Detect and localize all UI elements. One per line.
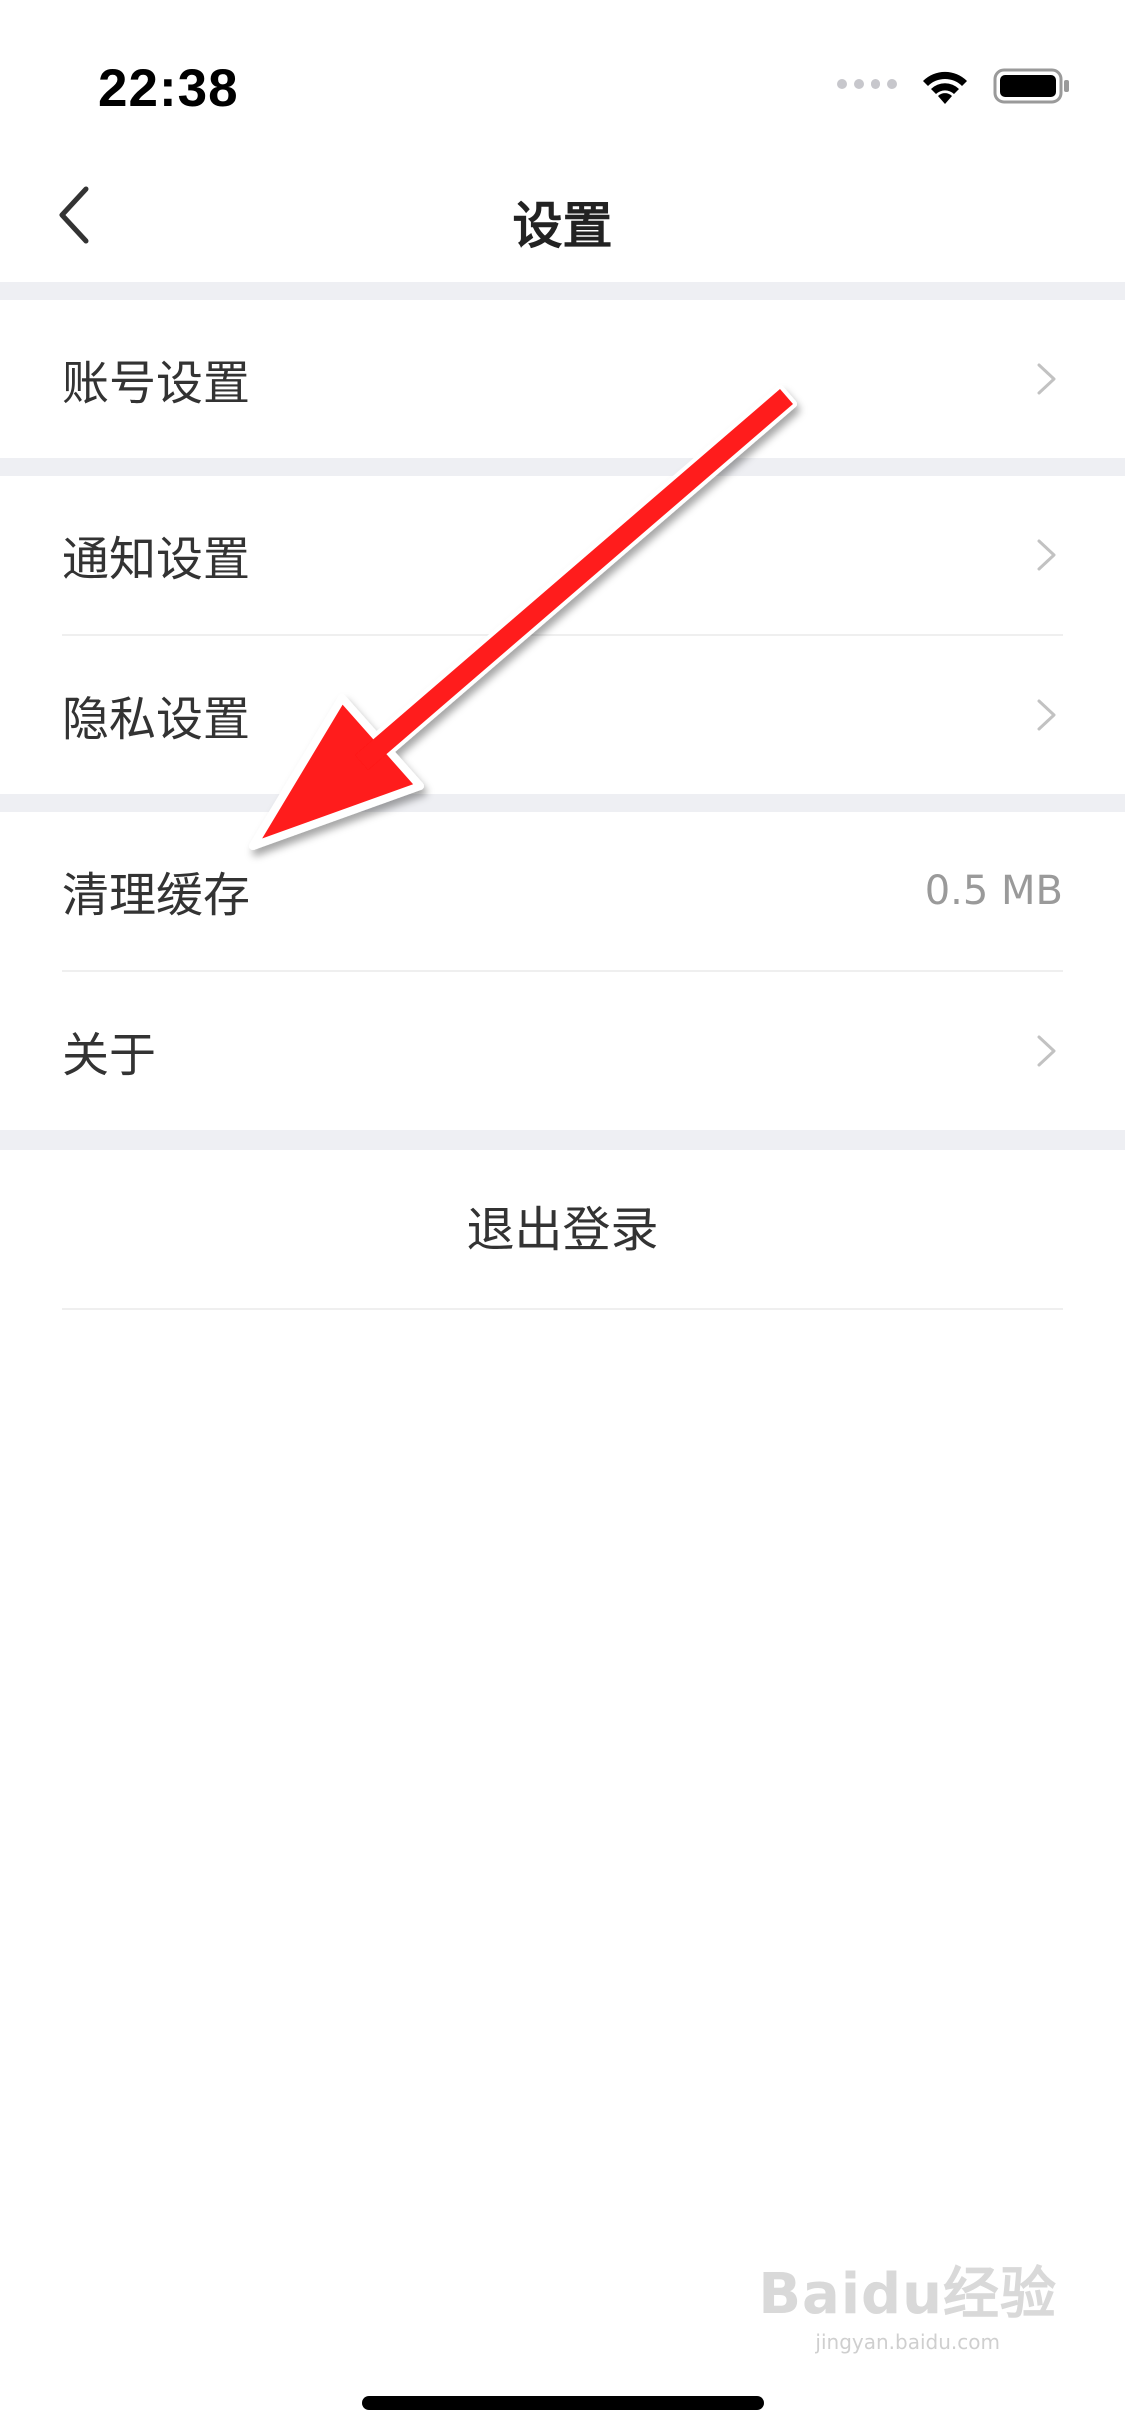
battery-icon	[993, 68, 1069, 104]
row-label: 关于	[62, 1028, 156, 1084]
section-separator	[0, 282, 1125, 300]
status-time: 22:38	[98, 59, 239, 118]
chevron-right-icon	[1037, 1035, 1056, 1067]
chevron-right-icon	[1037, 363, 1056, 395]
row-label: 账号设置	[62, 356, 250, 412]
notification-settings-row[interactable]: 通知设置	[0, 476, 1125, 634]
chevron-right-icon	[1037, 539, 1056, 571]
section-separator	[0, 458, 1125, 476]
section-separator	[0, 1130, 1125, 1150]
row-label: 清理缓存	[62, 868, 250, 924]
row-label: 通知设置	[62, 532, 250, 588]
account-settings-row[interactable]: 账号设置	[0, 300, 1125, 458]
logout-divider	[62, 1308, 1063, 1310]
watermark-logo: Baidu经验	[758, 2262, 1057, 2327]
wifi-icon	[923, 71, 967, 104]
signal-icon	[837, 79, 897, 93]
nav-bar: 设置	[0, 150, 1125, 282]
status-icons	[837, 66, 1071, 106]
clear-cache-row[interactable]: 清理缓存 0.5 MB	[0, 812, 1125, 970]
privacy-settings-row[interactable]: 隐私设置	[0, 636, 1125, 794]
logout-button[interactable]: 退出登录	[0, 1150, 1125, 1310]
baidu-watermark: Baidu经验 jingyan.baidu.com	[758, 2249, 1057, 2354]
home-indicator[interactable]	[362, 2396, 764, 2410]
watermark-url: jingyan.baidu.com	[815, 2330, 1000, 2354]
about-row[interactable]: 关于	[0, 972, 1125, 1130]
section-separator	[0, 794, 1125, 812]
page-title: 设置	[512, 197, 613, 255]
cache-size-value: 0.5 MB	[924, 868, 1063, 914]
row-label: 隐私设置	[62, 692, 250, 748]
chevron-right-icon	[1037, 699, 1056, 731]
status-bar: 22:38	[0, 0, 1125, 150]
